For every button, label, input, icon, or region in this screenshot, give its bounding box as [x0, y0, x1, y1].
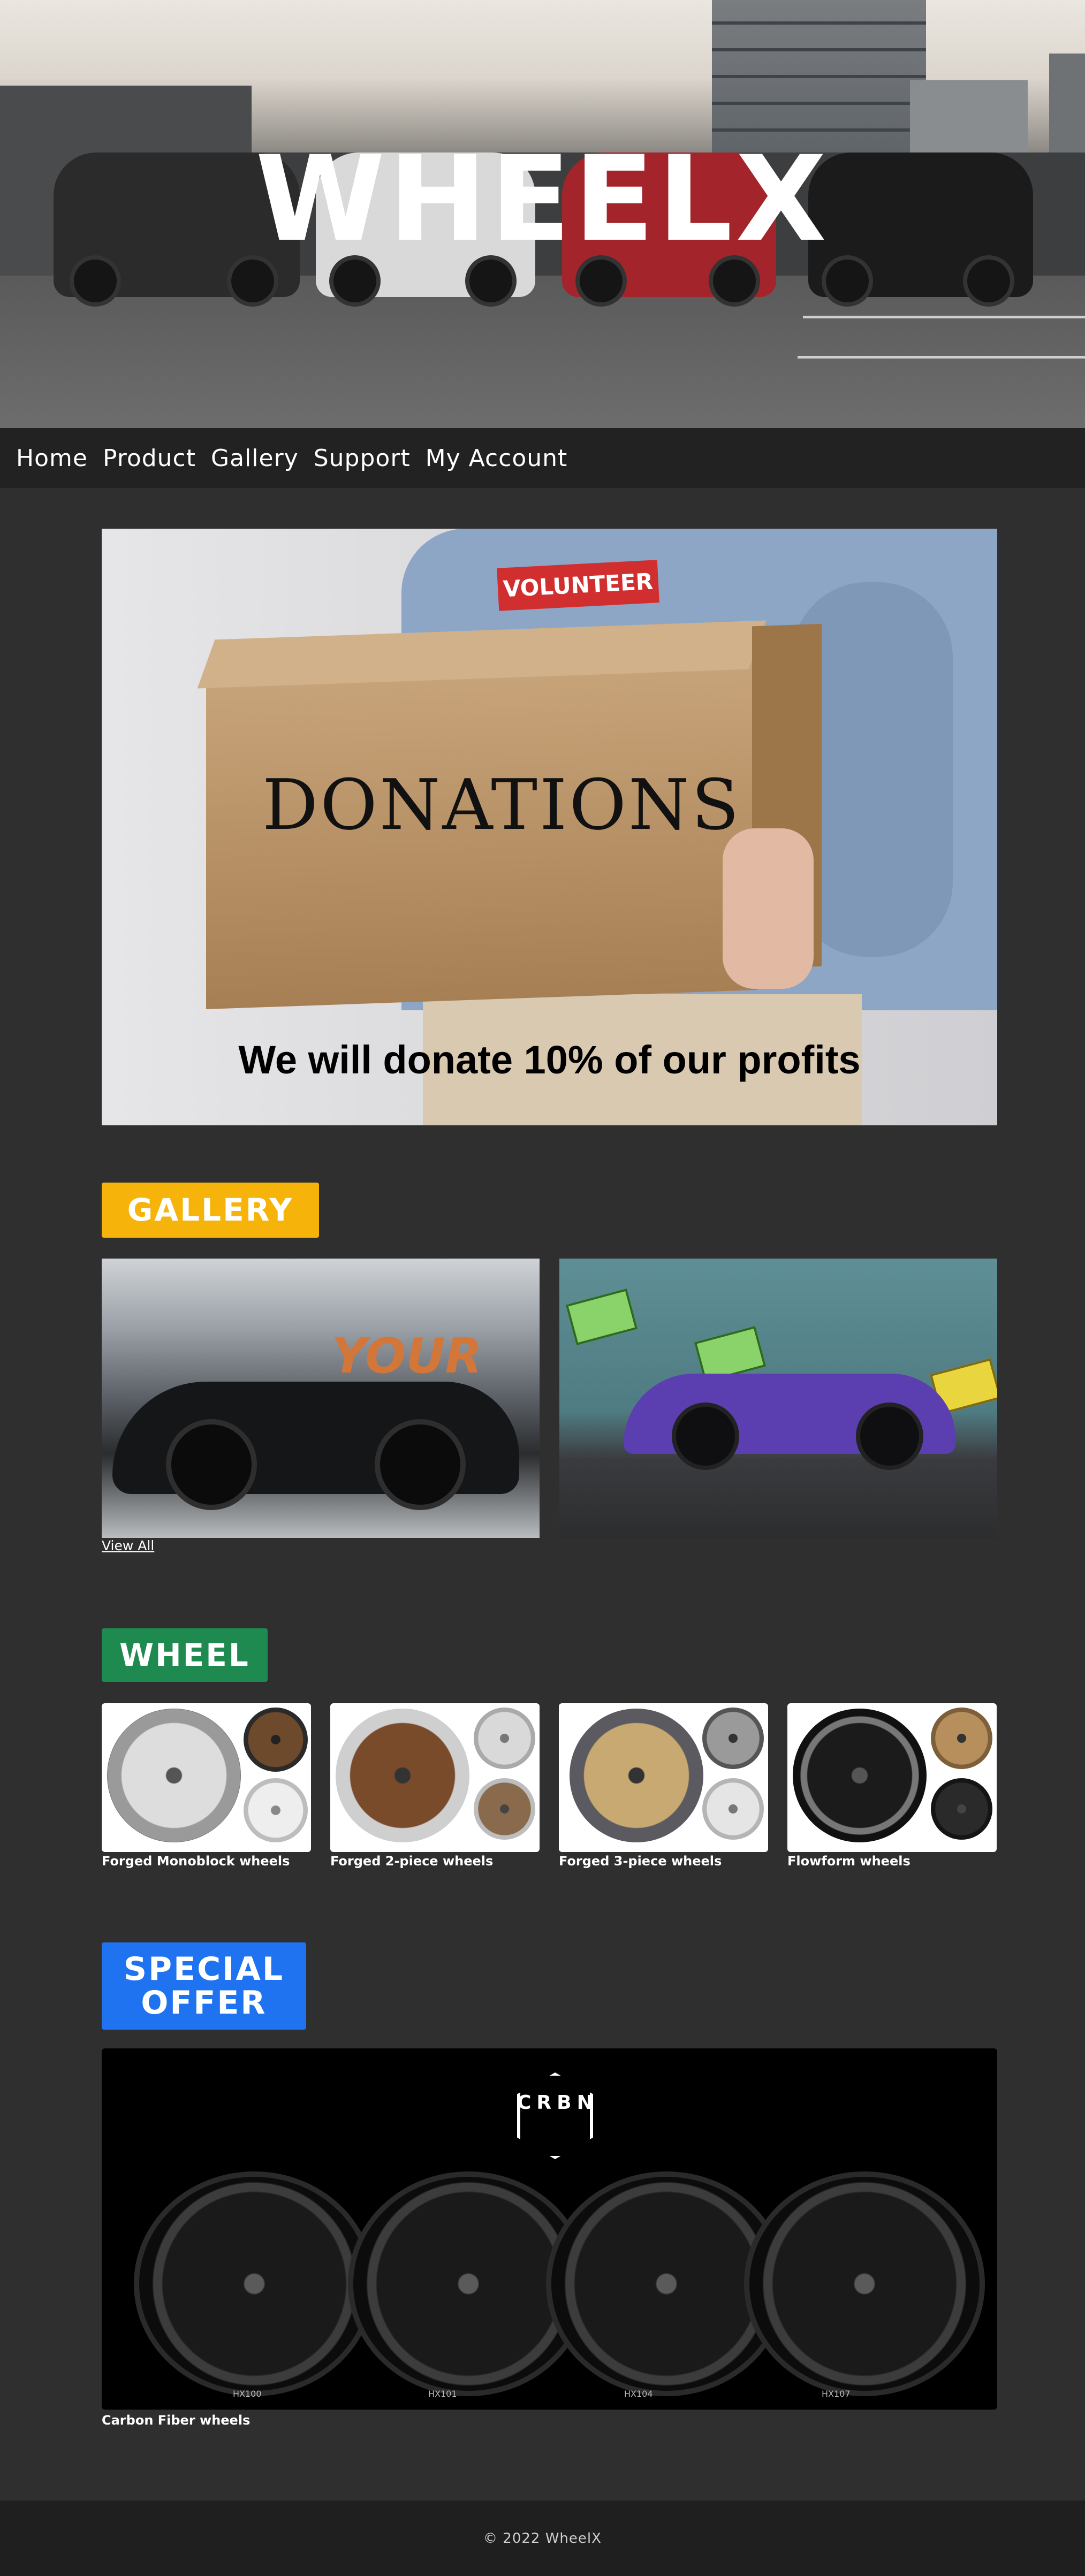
gallery-car-black — [112, 1382, 519, 1510]
money-mural — [565, 1289, 638, 1345]
wheel-label-2-piece[interactable]: Forged 2-piece wheels — [330, 1854, 493, 1869]
nav-support[interactable]: Support — [314, 445, 411, 472]
wheel-card-flowform[interactable] — [787, 1703, 997, 1852]
wheel-card-2-piece[interactable] — [330, 1703, 540, 1852]
view-all-link[interactable]: View All — [102, 1538, 154, 1553]
model-label: HX107 — [822, 2389, 851, 2399]
nav-my-account[interactable]: My Account — [426, 445, 568, 472]
donation-banner: VOLUNTEER DONATIONS We will donate 10% o… — [102, 529, 997, 1125]
special-offer-banner[interactable]: CRBN HX100 HX101 HX104 HX107 — [102, 2048, 997, 2410]
model-label: HX100 — [233, 2389, 262, 2399]
donation-box-text: DONATIONS — [262, 764, 741, 845]
model-label: HX104 — [624, 2389, 653, 2399]
volunteer-patch: VOLUNTEER — [497, 560, 659, 611]
wheel-label-3-piece[interactable]: Forged 3-piece wheels — [559, 1854, 722, 1869]
wheel-label-flowform[interactable]: Flowform wheels — [787, 1854, 911, 1869]
crbn-logo-icon — [517, 2072, 593, 2159]
gallery-car-purple — [624, 1374, 955, 1470]
gallery-heading: GALLERY — [102, 1183, 319, 1238]
model-label: HX101 — [428, 2389, 457, 2399]
mural-text: YOUR — [332, 1328, 482, 1384]
carbon-wheel — [744, 2171, 985, 2396]
footer-copyright: © 2022 WheelX — [483, 2530, 602, 2547]
wheel-card-3-piece[interactable] — [559, 1703, 768, 1852]
volunteer-hand — [723, 828, 814, 989]
carbon-fiber-label[interactable]: Carbon Fiber wheels — [102, 2413, 250, 2428]
nav-gallery[interactable]: Gallery — [211, 445, 299, 472]
nav-product[interactable]: Product — [103, 445, 196, 472]
parking-ground — [0, 276, 1085, 428]
wheel-card-monoblock[interactable] — [102, 1703, 311, 1852]
wheel-label-monoblock[interactable]: Forged Monoblock wheels — [102, 1854, 290, 1869]
hero-banner: WHEELX — [0, 0, 1085, 428]
wheel-heading: WHEEL — [102, 1628, 268, 1682]
gallery-image-2[interactable] — [559, 1259, 997, 1538]
gallery-image-1[interactable]: YOUR — [102, 1259, 540, 1538]
carbon-wheel — [134, 2171, 375, 2396]
donation-caption: We will donate 10% of our profits — [238, 1038, 861, 1082]
site-logo[interactable]: WHEELX — [0, 140, 1085, 258]
main-nav: Home Product Gallery Support My Account — [0, 428, 1085, 488]
footer: © 2022 WheelX — [0, 2501, 1085, 2576]
nav-home[interactable]: Home — [16, 445, 88, 472]
crbn-logo: CRBN — [517, 2092, 598, 2114]
special-offer-heading: SPECIAL OFFER — [102, 1942, 306, 2030]
